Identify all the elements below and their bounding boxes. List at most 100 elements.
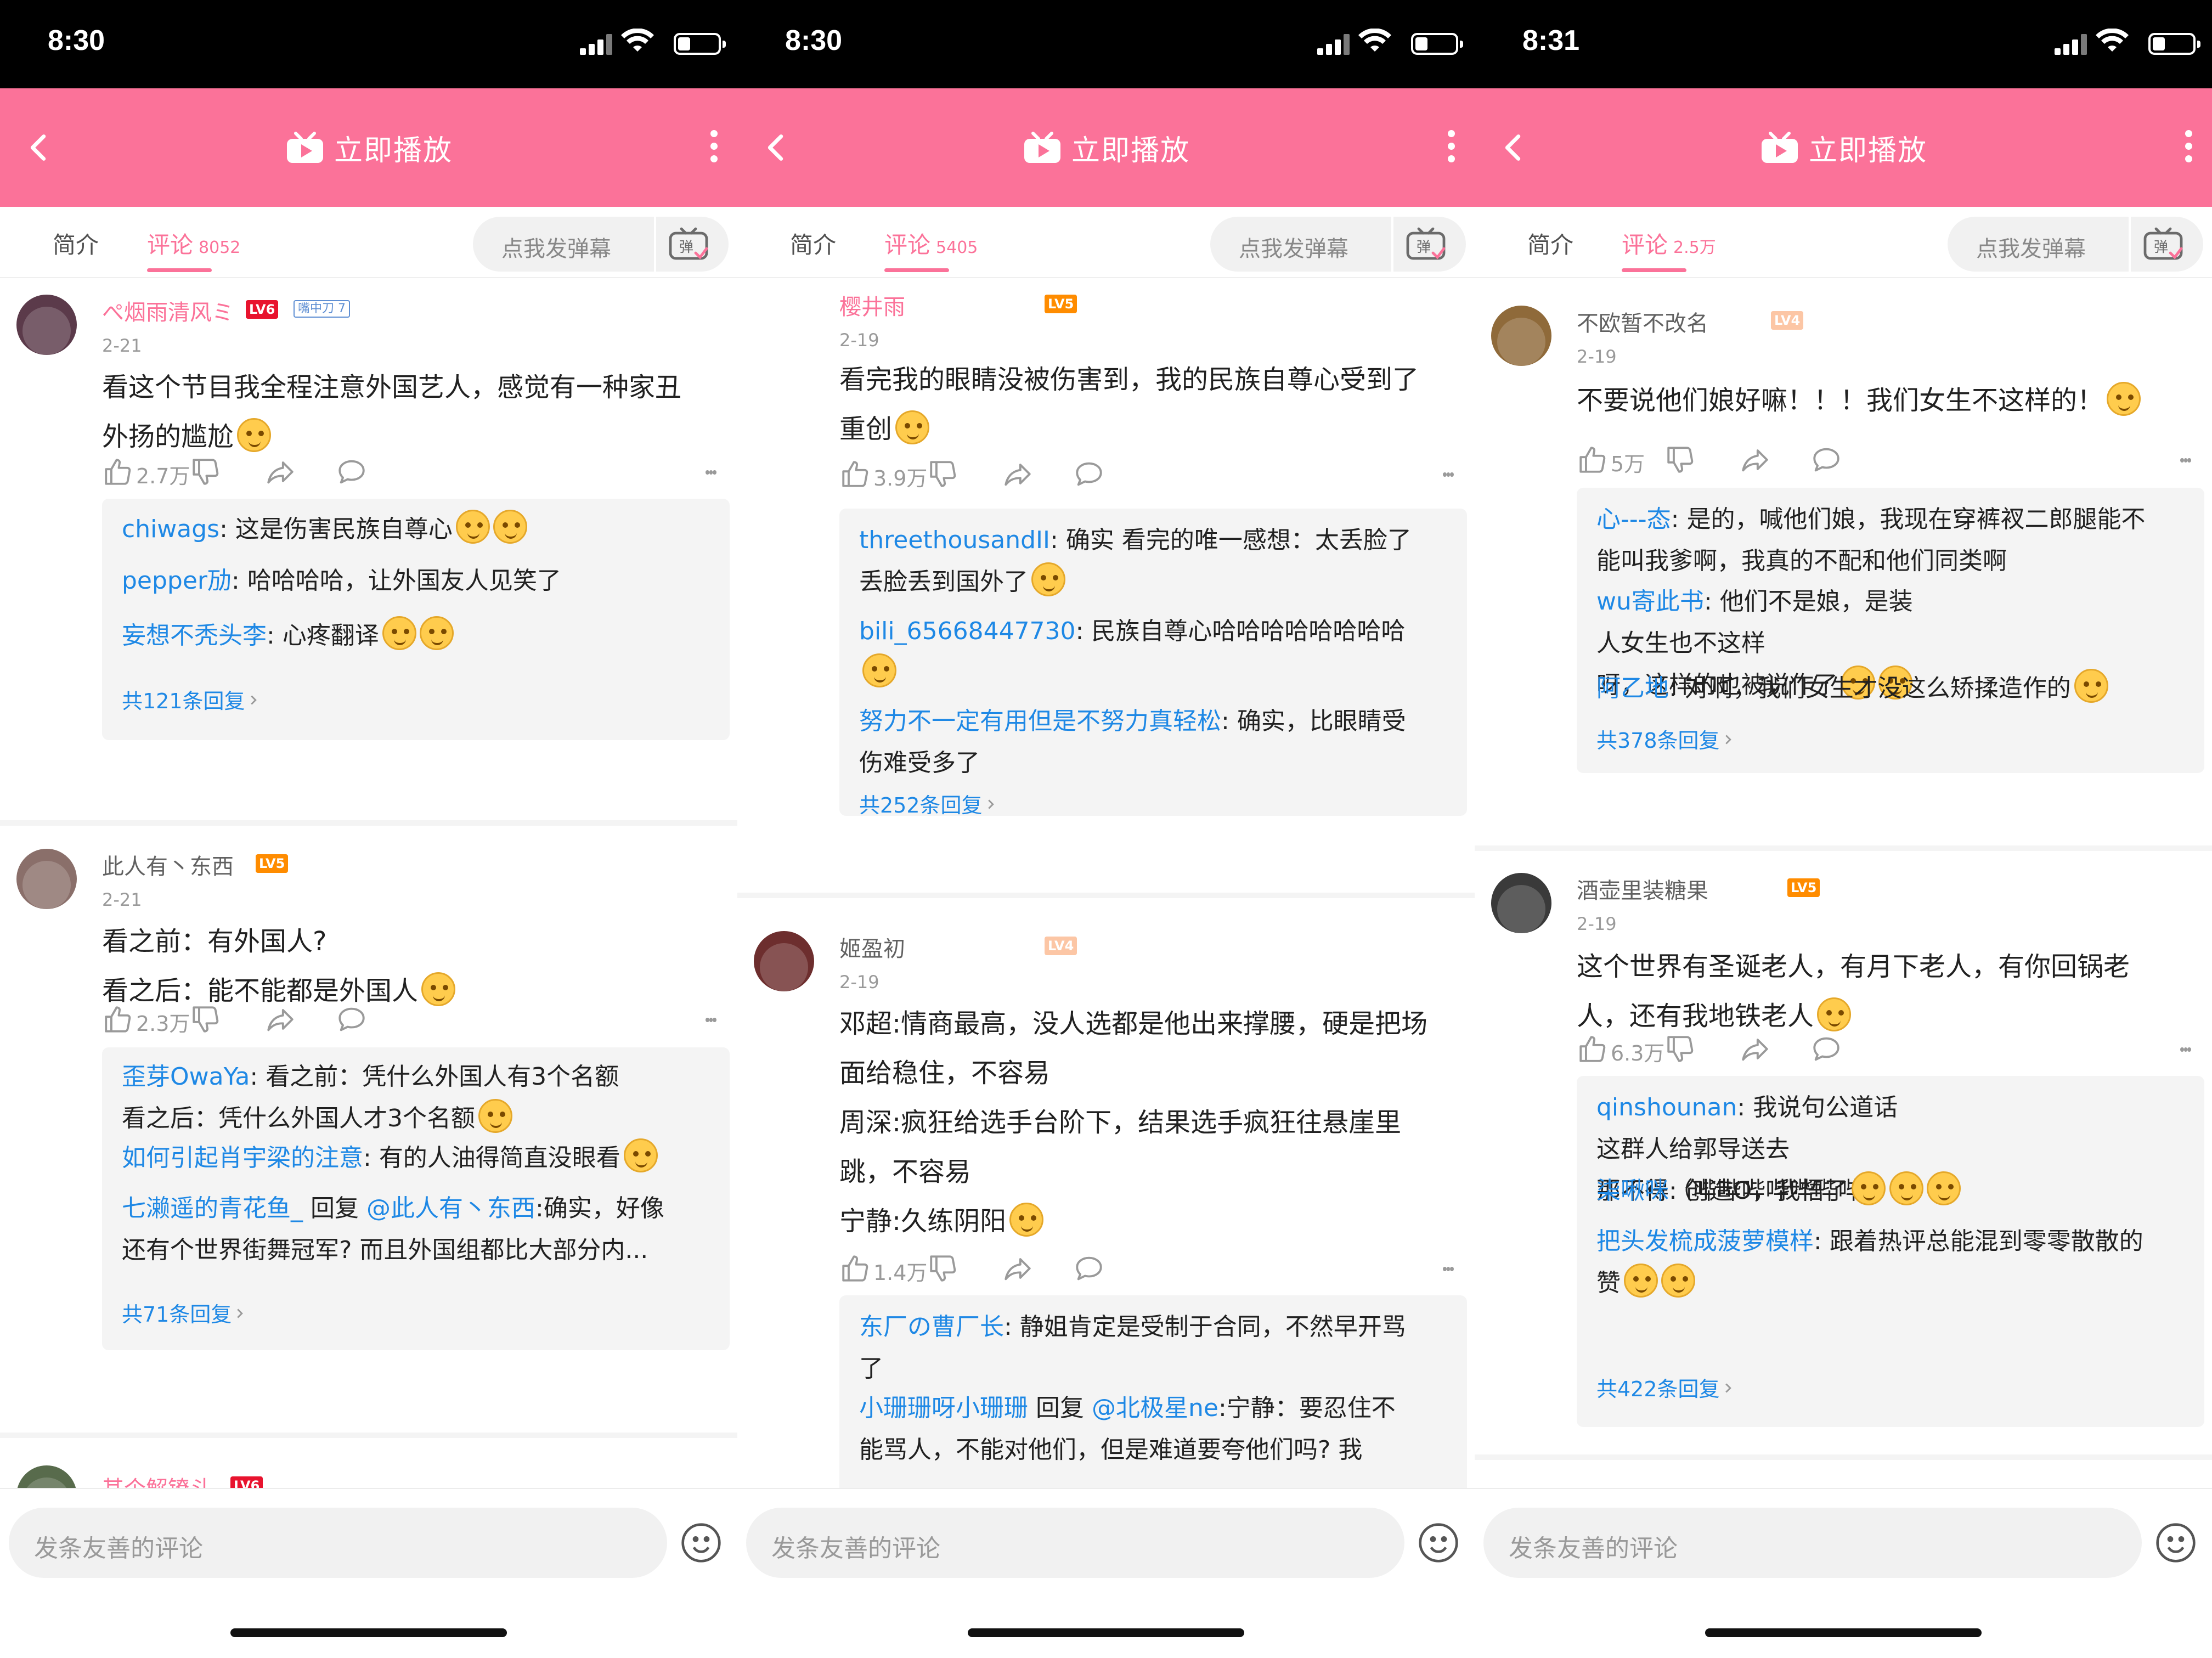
tab-comments[interactable]: 评论 2.5万 [1622, 227, 1716, 260]
comment-more-icon[interactable] [2180, 443, 2192, 481]
dislike-button[interactable] [190, 455, 222, 493]
mention-link[interactable]: @此人有丶东西 [366, 1194, 535, 1222]
comment-username[interactable]: 姬盈初 [839, 931, 905, 963]
more-options-icon[interactable] [1445, 130, 1457, 165]
reply-preview-box[interactable]: threethousandII: 确实 看完的唯一感想：太丢脸了 丢脸丢到国外了 b… [839, 509, 1467, 819]
reply-preview-box[interactable]: qinshounan: 我说句公道话 这群人给郭导送去 那不得（哔哔哔哔哔哔哔） 柒啾… [1577, 1076, 2204, 1427]
danmaku-input[interactable]: 点我发弹幕 弹 [473, 217, 729, 272]
avatar[interactable] [1491, 873, 1551, 933]
reply-item[interactable]: 心---态: 是的，喊他们娘，我现在穿裤衩二郎腿能不 能叫我爹啊，我真的不配和他们… [1596, 499, 2189, 582]
reply-item[interactable]: 努力不一定有用但是不努力真轻松: 确实，比眼睛受 伤难受多了 [859, 701, 1452, 784]
reply-item[interactable]: 如何引起肖宇梁的注意: 有的人油得简直没眼看 [122, 1137, 714, 1179]
play-now-button[interactable]: 立即播放 [1475, 127, 2212, 168]
share-button[interactable] [1739, 1032, 1771, 1070]
avatar[interactable] [754, 931, 814, 991]
comment-username[interactable]: 酒壶里装糖果 [1577, 873, 1708, 905]
more-options-icon[interactable] [2182, 130, 2194, 165]
comment-username[interactable]: 不欧暂不改名 [1577, 306, 1708, 337]
reply-username[interactable]: bili_65668447730 [859, 617, 1076, 645]
like-button[interactable]: 6.3万 [1577, 1032, 1664, 1070]
reply-button[interactable] [336, 455, 368, 493]
reply-button[interactable] [1810, 443, 1842, 481]
dislike-button[interactable] [927, 457, 959, 495]
share-button[interactable] [1002, 457, 1034, 495]
danmaku-toggle-icon[interactable]: 弹 [2142, 227, 2185, 262]
reply-username[interactable]: 柒啾咪 [1596, 1177, 1669, 1205]
avatar[interactable] [1491, 306, 1551, 366]
dislike-button[interactable] [1664, 443, 1696, 481]
reply-item[interactable]: bili_65668447730: 民族自尊心哈哈哈哈哈哈哈哈 [859, 611, 1452, 694]
reply-preview-box[interactable]: 东厂の曹厂长: 静姐肯定是受制于合同，不然早开骂了小珊珊呀小珊珊 回复 @北极星ne… [839, 1295, 1467, 1488]
tab-intro[interactable]: 简介 [790, 227, 836, 260]
danmaku-input[interactable]: 点我发弹幕 弹 [1948, 217, 2203, 272]
danmaku-toggle-icon[interactable]: 弹 [1404, 227, 1447, 262]
reply-username[interactable]: 歪芽OwaYa [122, 1063, 250, 1091]
danmaku-toggle-icon[interactable]: 弹 [667, 227, 710, 262]
like-button[interactable]: 2.7万 [102, 455, 190, 493]
reply-item[interactable]: 小珊珊呀小珊珊 回复 @北极星ne:宁静：要忍住不 能骂人，不能对他们，但是难道要夸他… [859, 1388, 1452, 1471]
like-button[interactable]: 2.3万 [102, 1002, 190, 1041]
reply-item[interactable]: pepper劢: 哈哈哈哈，让外国友人见笑了 [122, 560, 714, 602]
comment-input[interactable]: 发条友善的评论 [9, 1508, 667, 1578]
tab-intro[interactable]: 简介 [1527, 227, 1573, 260]
comment-username[interactable]: 樱井雨 [839, 289, 905, 321]
comment-more-icon[interactable] [1443, 457, 1454, 495]
reply-item[interactable]: threethousandII: 确实 看完的唯一感想：太丢脸了 丢脸丢到国外了 [859, 520, 1452, 603]
emoji-picker-icon[interactable] [679, 1521, 723, 1565]
emoji-picker-icon[interactable] [1417, 1521, 1460, 1565]
reply-button[interactable] [336, 1002, 368, 1041]
reply-button[interactable] [1810, 1032, 1842, 1070]
dislike-button[interactable] [1664, 1032, 1696, 1070]
comment-username[interactable]: 其个解镣斗 [102, 1471, 212, 1488]
view-all-replies-link[interactable]: 共252条回复 [859, 788, 999, 819]
comment-input[interactable]: 发条友善的评论 [746, 1508, 1404, 1578]
reply-item[interactable]: 阿乙地: 对啊，我们女生才没这么矫揉造作的 [1596, 668, 2189, 709]
share-button[interactable] [264, 1002, 296, 1041]
reply-username[interactable]: 小珊珊呀小珊珊 [859, 1394, 1028, 1422]
reply-username[interactable]: 妄想不秃头李 [122, 622, 267, 650]
tab-comments[interactable]: 评论 5405 [884, 227, 978, 260]
reply-username[interactable]: qinshounan [1596, 1093, 1737, 1121]
reply-username[interactable]: 七濑遥的青花鱼_ [122, 1194, 303, 1222]
reply-username[interactable]: chiwags [122, 515, 219, 543]
comment-more-icon[interactable] [2180, 1032, 2192, 1070]
reply-item[interactable]: 歪芽OwaYa: 看之前：凭什么外国人有3个名额 看之后：凭什么外国人才3个名额 [122, 1056, 714, 1140]
comment-input[interactable]: 发条友善的评论 [1483, 1508, 2142, 1578]
reply-preview-box[interactable]: 心---态: 是的，喊他们娘，我现在穿裤衩二郎腿能不 能叫我爹啊，我真的不配和他们… [1577, 488, 2204, 773]
reply-username[interactable]: pepper劢 [122, 567, 232, 595]
view-all-replies-link[interactable]: 共121条回复 [122, 684, 262, 714]
view-all-replies-link[interactable]: 共422条回复 [1596, 1372, 1736, 1402]
like-button[interactable]: 5万 [1577, 443, 1645, 481]
reply-username[interactable]: 阿乙地 [1596, 674, 1669, 702]
reply-item[interactable]: chiwags: 这是伤害民族自尊心 [122, 509, 714, 550]
avatar[interactable] [16, 295, 77, 355]
reply-username[interactable]: 东厂の曹厂长 [859, 1313, 1004, 1341]
like-button[interactable]: 3.9万 [839, 457, 927, 495]
comment-more-icon[interactable] [706, 455, 717, 493]
dislike-button[interactable] [190, 1002, 222, 1041]
share-button[interactable] [1002, 1251, 1034, 1290]
mention-link[interactable]: @北极星ne [1092, 1394, 1218, 1422]
view-all-replies-link[interactable]: 共71条回复 [122, 1298, 248, 1328]
view-all-replies-link[interactable]: 共378条回复 [1596, 724, 1736, 754]
play-now-button[interactable]: 立即播放 [0, 127, 737, 168]
comment-username[interactable]: 此人有丶东西 [102, 849, 234, 881]
danmaku-input[interactable]: 点我发弹幕 弹 [1210, 217, 1466, 272]
reply-preview-box[interactable]: chiwags: 这是伤害民族自尊心 pepper劢: 哈哈哈哈，让外国友人见笑了… [102, 499, 730, 740]
comment-username[interactable]: ぺ烟雨清风ミ [102, 295, 234, 326]
comment-more-icon[interactable] [1443, 1251, 1454, 1290]
reply-button[interactable] [1073, 457, 1105, 495]
dislike-button[interactable] [927, 1251, 959, 1290]
reply-item[interactable]: 柒啾咪: 创造O，我悟了 [1596, 1170, 2189, 1212]
reply-item[interactable]: 妄想不秃头李: 心疼翻译 [122, 615, 714, 657]
emoji-picker-icon[interactable] [2154, 1521, 2198, 1565]
reply-item[interactable]: 把头发梳成菠萝模样: 跟着热评总能混到零零散散的赞 [1596, 1221, 2189, 1304]
share-button[interactable] [1739, 443, 1771, 481]
reply-item[interactable]: 东厂の曹厂长: 静姐肯定是受制于合同，不然早开骂了 [859, 1306, 1452, 1390]
tab-intro[interactable]: 简介 [53, 227, 99, 260]
reply-username[interactable]: 心---态 [1596, 505, 1671, 533]
reply-username[interactable]: 努力不一定有用但是不努力真轻松 [859, 707, 1221, 735]
comment-more-icon[interactable] [706, 1002, 717, 1041]
avatar[interactable] [16, 849, 77, 909]
avatar[interactable] [16, 1465, 77, 1488]
